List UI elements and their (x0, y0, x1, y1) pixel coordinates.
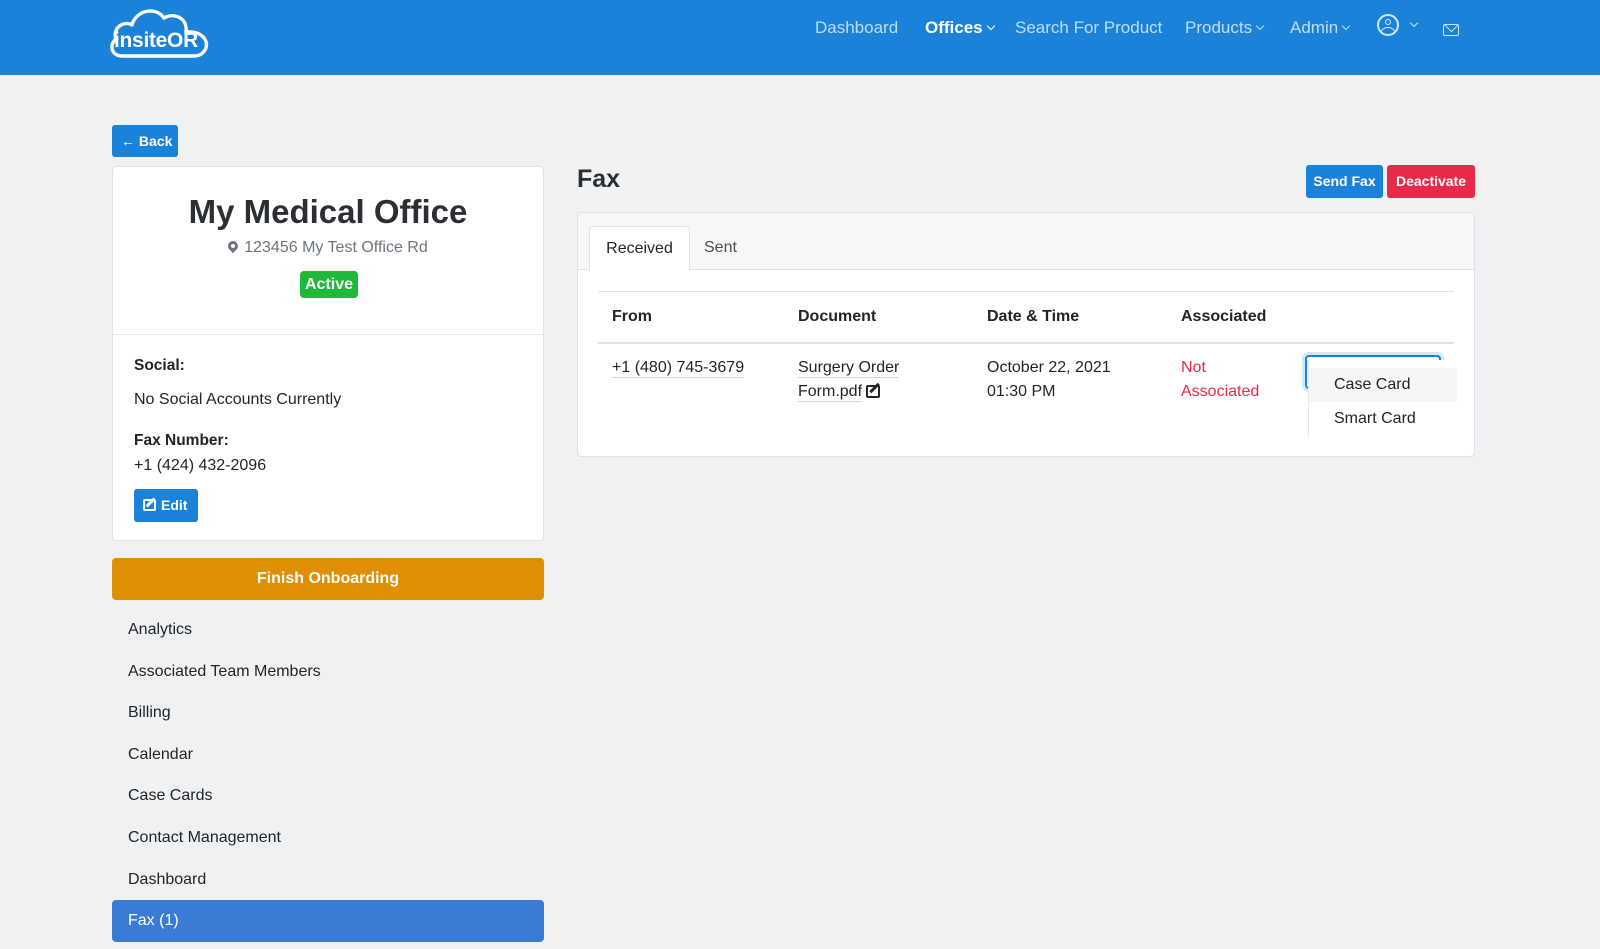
send-fax-button[interactable]: Send Fax (1306, 165, 1383, 198)
column-header-date-time: Date & Time (987, 308, 1080, 325)
map-pin-icon (226, 238, 241, 254)
fax-date-time: October 22, 2021 01:30 PM (987, 359, 1111, 400)
nav-search-for-product[interactable]: Search For Product (1015, 18, 1162, 38)
arrow-left-icon: ← (121, 133, 135, 149)
edit-icon (143, 499, 156, 511)
fax-document-link[interactable]: Surgery Order Form.pdf (798, 356, 900, 404)
sidebar-item-case-cards[interactable]: Case Cards (112, 775, 544, 817)
tab-sent[interactable]: Sent (704, 226, 737, 271)
tab-received[interactable]: Received (589, 226, 690, 271)
nav-offices[interactable]: Offices (925, 18, 995, 38)
edit-document-icon[interactable] (866, 385, 881, 398)
sidebar-item-billing[interactable]: Billing (112, 692, 544, 734)
nav-products[interactable]: Products (1185, 18, 1265, 38)
sidebar-item-analytics[interactable]: Analytics (112, 609, 544, 651)
sidebar-item-dashboard[interactable]: Dashboard (112, 859, 544, 901)
brand-logo[interactable]: insiteOR (108, 4, 214, 60)
office-info-card: My Medical Office 123456 My Test Office … (112, 166, 544, 541)
fax-number-value: +1 (424) 432-2096 (134, 457, 267, 474)
association-status: Not Associated (1181, 359, 1260, 400)
card-divider (113, 334, 543, 335)
sidebar-item-associated-team-members[interactable]: Associated Team Members (112, 651, 544, 693)
deactivate-button[interactable]: Deactivate (1387, 165, 1475, 198)
chevron-down-icon (986, 21, 995, 31)
top-navbar: insiteOR Dashboard Offices Search For Pr… (0, 0, 1600, 75)
office-name: My Medical Office (188, 193, 468, 230)
column-header-from: From (612, 308, 652, 325)
option-case-card[interactable]: Case Card (1309, 368, 1457, 402)
chevron-down-icon (1255, 21, 1265, 31)
status-badge: Active (300, 271, 358, 298)
social-value: No Social Accounts Currently (134, 391, 342, 408)
chevron-down-icon[interactable] (1409, 18, 1419, 28)
office-address: 123456 My Test Office Rd (113, 238, 543, 257)
tab-bar: Received Sent (578, 213, 1474, 271)
option-smart-card[interactable]: Smart Card (1309, 402, 1457, 436)
fax-number-label: Fax Number: (134, 432, 229, 449)
logo-text: insiteOR (114, 29, 198, 52)
chevron-down-icon (1341, 21, 1351, 31)
page-title: Fax (577, 165, 621, 193)
finish-onboarding-button[interactable]: Finish Onboarding (112, 558, 544, 600)
table-top-border (598, 291, 1454, 292)
column-header-associated: Associated (1181, 308, 1267, 325)
sidebar-item-fax[interactable]: Fax (1) (112, 900, 544, 942)
sidebar-item-calendar[interactable]: Calendar (112, 734, 544, 776)
social-label: Social: (134, 357, 185, 374)
edit-button[interactable]: Edit (134, 489, 198, 522)
column-header-document: Document (798, 308, 877, 325)
nav-dashboard[interactable]: Dashboard (815, 18, 898, 38)
user-circle-icon[interactable] (1377, 14, 1399, 36)
fax-from-number[interactable]: +1 (480) 745-3679 (612, 356, 745, 380)
fax-card: Received Sent From Document Date & Time … (577, 212, 1475, 457)
envelope-icon[interactable] (1443, 24, 1459, 36)
association-dropdown-menu: Case Card Smart Card (1308, 360, 1457, 438)
back-button[interactable]: ← Back (112, 125, 178, 157)
table-header-border (598, 342, 1454, 344)
nav-admin[interactable]: Admin (1290, 18, 1351, 38)
sidebar-item-contact-management[interactable]: Contact Management (112, 817, 544, 859)
office-sidebar-menu: Analytics Associated Team Members Billin… (112, 609, 544, 942)
